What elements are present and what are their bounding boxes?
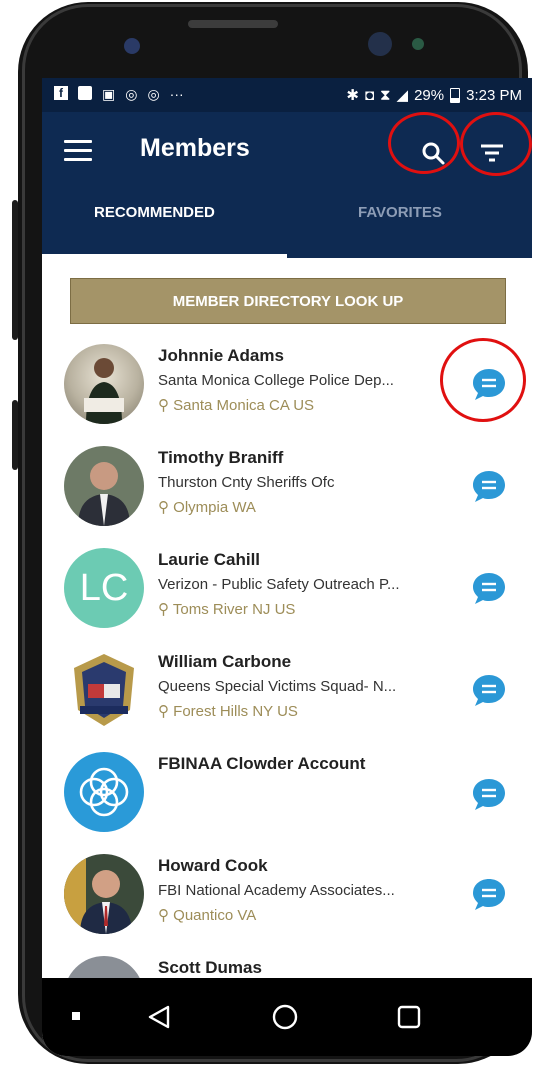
chat-bubble-icon[interactable] xyxy=(470,876,508,914)
member-name: FBINAA Clowder Account xyxy=(158,754,366,773)
active-tab-indicator xyxy=(42,254,287,258)
bixby-button xyxy=(12,400,18,470)
app-bar: Members RECOMMENDED FAVORITES xyxy=(42,112,532,258)
facebook-icon: f xyxy=(54,86,68,100)
location-pin-icon: ⚲ xyxy=(158,907,174,924)
annotation-circle xyxy=(460,112,532,176)
member-organization: Santa Monica College Police Dep... xyxy=(158,372,394,389)
avatar xyxy=(64,854,144,934)
avatar xyxy=(64,446,144,526)
member-name: Scott Dumas xyxy=(158,958,262,977)
proximity-sensor xyxy=(412,38,424,50)
chat-bubble-icon[interactable] xyxy=(470,570,508,608)
avatar xyxy=(64,752,144,832)
battery-icon xyxy=(450,87,461,103)
member-organization: Queens Special Victims Squad- N... xyxy=(158,678,397,695)
member-organization: FBI National Academy Associates... xyxy=(158,882,395,899)
list-item[interactable]: FBINAA Clowder Account xyxy=(42,752,532,852)
battery-level: 29% xyxy=(414,86,445,104)
system-status: ✱ ◘ ⧗ ◢ 29% 3:23 PM xyxy=(346,86,522,105)
avatar: LC xyxy=(64,548,144,628)
volume-button xyxy=(12,200,18,340)
member-name: Johnnie Adams xyxy=(158,346,284,365)
overview-square-icon[interactable] xyxy=(394,1002,424,1032)
home-circle-icon[interactable] xyxy=(270,1002,300,1032)
member-name: Howard Cook xyxy=(158,856,268,875)
gallery-icon: ▣ xyxy=(102,86,116,102)
clowder-logo-icon xyxy=(79,767,129,817)
page-title: Members xyxy=(140,134,250,162)
more-notifications-icon: ··· xyxy=(169,86,184,102)
member-organization: Verizon - Public Safety Outreach P... xyxy=(158,576,400,593)
list-item[interactable]: Howard Cook FBI National Academy Associa… xyxy=(42,854,532,954)
avatar xyxy=(64,344,144,424)
sensor-dot xyxy=(124,38,140,54)
member-location: ⚲ Quantico VA xyxy=(158,907,257,924)
bluetooth-icon: ✱ xyxy=(346,87,359,104)
notification-icons: f ▣ ◎ ◎ ··· xyxy=(54,86,184,103)
list-item[interactable]: William Carbone Queens Special Victims S… xyxy=(42,650,532,750)
annotation-circle xyxy=(440,338,526,422)
annotation-circle xyxy=(388,112,460,174)
avatar xyxy=(64,650,144,730)
location-pin-icon: ⚲ xyxy=(158,499,174,516)
member-organization: Thurston Cnty Sheriffs Ofc xyxy=(158,474,335,491)
phone-screen: f ▣ ◎ ◎ ··· ✱ ◘ ⧗ ◢ 29% 3:23 PM Members xyxy=(42,78,532,1056)
list-item[interactable]: Timothy Braniff Thurston Cnty Sheriffs O… xyxy=(42,446,532,546)
front-camera xyxy=(368,32,392,56)
member-name: Laurie Cahill xyxy=(158,550,261,569)
location-pin-icon: ⚲ xyxy=(158,703,174,720)
chat-bubble-icon[interactable] xyxy=(470,776,508,814)
member-location: ⚲ Santa Monica CA US xyxy=(158,397,315,414)
avatar-initials: LC xyxy=(79,566,129,609)
back-triangle-icon[interactable] xyxy=(144,1002,174,1032)
status-bar: f ▣ ◎ ◎ ··· ✱ ◘ ⧗ ◢ 29% 3:23 PM xyxy=(42,78,532,112)
member-directory-lookup-button[interactable]: MEMBER DIRECTORY LOOK UP xyxy=(70,278,506,324)
square-dot-icon[interactable] xyxy=(72,1012,80,1020)
member-location: ⚲ Olympia WA xyxy=(158,499,256,516)
list-item[interactable]: LC Laurie Cahill Verizon - Public Safety… xyxy=(42,548,532,648)
earpiece-speaker xyxy=(188,20,278,28)
vibrate-icon: ◘ xyxy=(364,86,375,104)
instagram-icon: ◎ xyxy=(147,86,160,102)
member-location: ⚲ Forest Hills NY US xyxy=(158,703,298,720)
chat-bubble-icon[interactable] xyxy=(470,468,508,506)
location-pin-icon: ⚲ xyxy=(158,397,174,414)
app-icon xyxy=(78,86,92,100)
member-name: William Carbone xyxy=(158,652,292,671)
instagram-icon: ◎ xyxy=(125,86,138,102)
list-item[interactable]: Johnnie Adams Santa Monica College Polic… xyxy=(42,338,532,444)
clock: 3:23 PM xyxy=(466,86,522,104)
alarm-icon: ⧗ xyxy=(380,86,391,104)
tab-favorites[interactable]: FAVORITES xyxy=(358,204,442,221)
member-name: Timothy Braniff xyxy=(158,448,284,467)
tab-recommended[interactable]: RECOMMENDED xyxy=(94,204,215,221)
location-pin-icon: ⚲ xyxy=(158,601,173,618)
navigation-bar xyxy=(42,978,532,1056)
signal-icon: ◢ xyxy=(396,87,409,104)
member-location: ⚲ Toms River NJ US xyxy=(158,601,296,618)
chat-bubble-icon[interactable] xyxy=(470,672,508,710)
hamburger-icon[interactable] xyxy=(64,140,92,162)
